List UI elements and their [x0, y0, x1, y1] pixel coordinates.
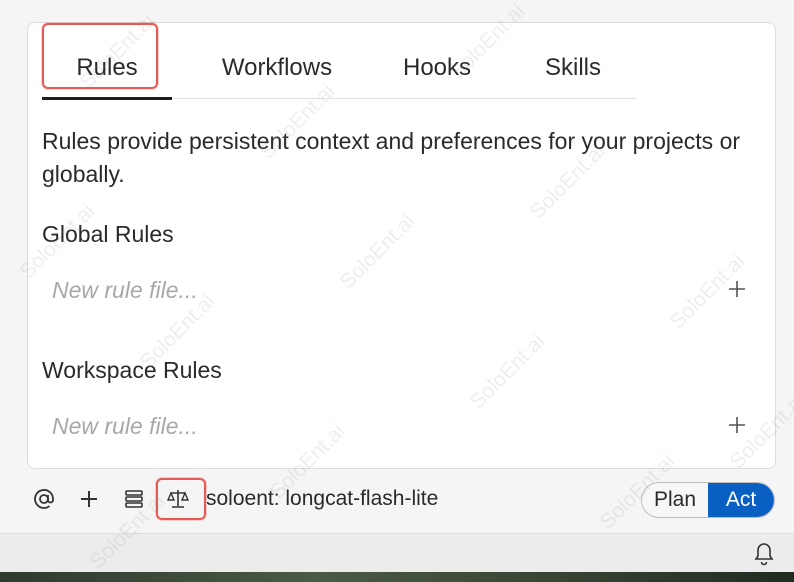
tab-skills-label: Skills [544, 54, 601, 81]
desktop-background [0, 572, 794, 582]
tab-rules[interactable]: Rules [42, 37, 172, 100]
tab-workflows[interactable]: Workflows [202, 37, 352, 99]
tab-bar: Rules Workflows Hooks Skills [42, 37, 636, 100]
global-rule-input[interactable] [52, 274, 672, 306]
workspace-rule-input[interactable] [52, 410, 672, 442]
tab-hooks[interactable]: Hooks [392, 37, 482, 99]
global-rules-title: Global Rules [42, 221, 174, 247]
add-global-rule-button[interactable] [720, 272, 754, 306]
tab-skills[interactable]: Skills [538, 37, 608, 99]
plan-act-toggle: Plan Act [641, 482, 775, 518]
rules-button[interactable] [163, 484, 193, 514]
notifications-button[interactable] [750, 540, 778, 568]
plus-icon [81, 491, 97, 507]
rules-card: Rules Workflows Hooks Skills Rules provi… [27, 22, 776, 469]
tab-workflows-label: Workflows [221, 54, 333, 81]
rules-description: Rules provide persistent context and pre… [42, 128, 741, 187]
plan-mode-button[interactable]: Plan [642, 483, 708, 517]
workspace-rule-row [42, 404, 754, 448]
tab-rules-label: Rules [76, 54, 138, 81]
mcp-servers-button[interactable] [119, 484, 149, 514]
act-mode-button[interactable]: Act [708, 483, 774, 517]
workspace-rules-title: Workspace Rules [42, 357, 222, 383]
server-icon [125, 490, 143, 508]
tab-hooks-label: Hooks [402, 54, 472, 81]
mention-button[interactable] [29, 484, 59, 514]
scale-icon [166, 490, 190, 508]
bell-icon [754, 543, 774, 566]
status-bar [0, 533, 794, 572]
add-workspace-rule-button[interactable] [720, 408, 754, 442]
plus-icon [729, 281, 745, 297]
at-icon [34, 489, 54, 509]
model-selector[interactable]: soloent: longcat-flash-lite [206, 487, 438, 511]
add-context-button[interactable] [74, 484, 104, 514]
plus-icon [729, 417, 745, 433]
global-rule-row [42, 268, 754, 312]
